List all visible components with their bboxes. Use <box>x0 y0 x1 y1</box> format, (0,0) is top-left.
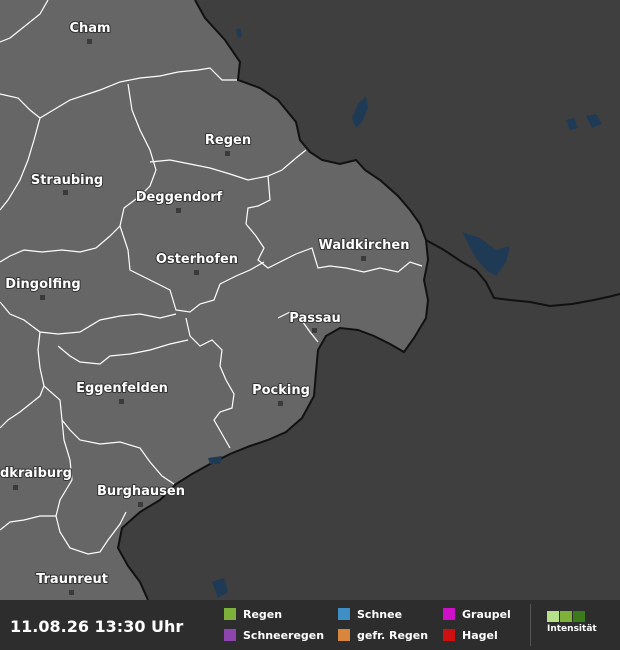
city-dot-passau <box>312 328 317 333</box>
city-dot-kraiburg <box>13 485 18 490</box>
legend-item-schneeregen: Schneeregen <box>224 627 324 643</box>
city-label-deggendorf: Deggendorf <box>136 190 223 205</box>
city-dot-pocking <box>278 401 283 406</box>
city-label-waldkirchen: Waldkirchen <box>319 238 410 253</box>
intensity-scale: Intensität <box>547 611 597 634</box>
intensity-low <box>547 611 559 622</box>
legend-label-schneeregen: Schneeregen <box>243 628 325 642</box>
city-dot-eggenfelden <box>119 399 124 404</box>
intensity-medium <box>560 611 572 622</box>
city-label-pocking: Pocking <box>252 383 310 398</box>
map-timestamp: 11.08.26 13:30 Uhr <box>10 617 184 636</box>
city-dot-cham <box>87 39 92 44</box>
intensity-boxes <box>547 611 597 622</box>
legend-item-regen: Regen <box>224 606 282 622</box>
legend-label-schnee: Schnee <box>357 607 403 621</box>
city-label-passau: Passau <box>289 311 340 326</box>
intensity-high <box>573 611 585 622</box>
weather-map[interactable]: Cham Regen Straubing Deggendorf Waldkirc… <box>0 0 620 600</box>
city-dot-regen <box>225 151 230 156</box>
legend-swatch-regen <box>224 608 236 620</box>
city-label-kraiburg: dkraiburg <box>0 466 72 481</box>
legend-label-graupel: Graupel <box>462 607 511 621</box>
city-dot-waldkirchen <box>361 256 366 261</box>
city-label-regen: Regen <box>205 133 251 148</box>
legend-item-graupel: Graupel <box>443 606 511 622</box>
city-label-cham: Cham <box>69 21 110 36</box>
intensity-label: Intensität <box>547 624 597 634</box>
city-label-straubing: Straubing <box>31 173 103 188</box>
city-dot-traunreut <box>69 590 74 595</box>
legend-label-hagel: Hagel <box>462 628 498 642</box>
city-dot-dingolfing <box>40 295 45 300</box>
legend-swatch-gefr-regen <box>338 629 350 641</box>
legend-divider <box>530 604 531 646</box>
city-label-eggenfelden: Eggenfelden <box>76 381 168 396</box>
legend-swatch-schnee <box>338 608 350 620</box>
legend-item-hagel: Hagel <box>443 627 498 643</box>
legend-swatch-schneeregen <box>224 629 236 641</box>
legend-swatch-hagel <box>443 629 455 641</box>
legend-swatch-graupel <box>443 608 455 620</box>
legend-item-schnee: Schnee <box>338 606 402 622</box>
city-label-traunreut: Traunreut <box>36 572 108 587</box>
legend-label-regen: Regen <box>243 607 283 621</box>
city-dot-straubing <box>63 190 68 195</box>
city-label-burghausen: Burghausen <box>97 484 185 499</box>
city-label-osterhofen: Osterhofen <box>156 252 238 267</box>
city-label-dingolfing: Dingolfing <box>5 277 80 292</box>
legend-label-gefr-regen: gefr. Regen <box>357 628 429 642</box>
legend-item-gefr-regen: gefr. Regen <box>338 627 428 643</box>
city-dot-deggendorf <box>176 208 181 213</box>
city-dot-osterhofen <box>194 270 199 275</box>
city-dot-burghausen <box>138 502 143 507</box>
